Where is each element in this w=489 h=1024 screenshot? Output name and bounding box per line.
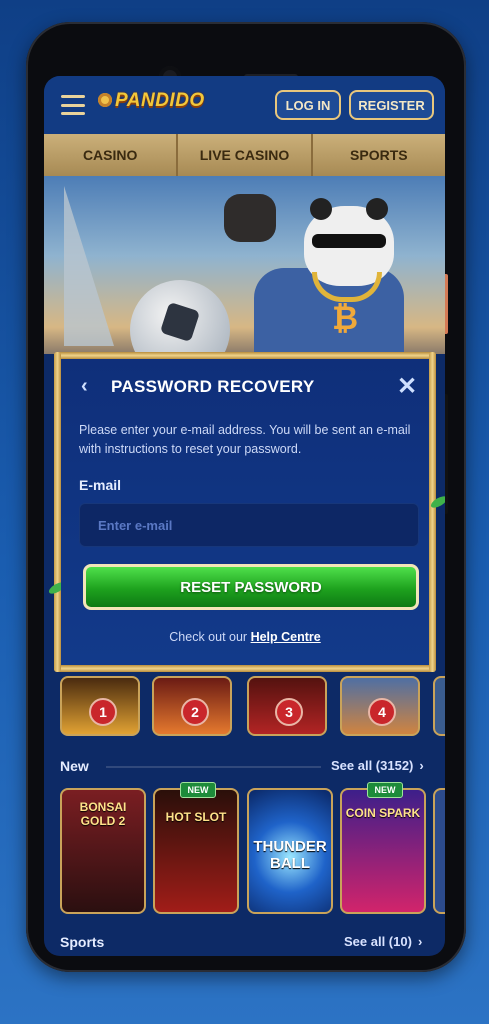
see-all-new-label: See all (3152) — [331, 758, 414, 773]
rank-badge: 4 — [368, 698, 396, 726]
close-icon[interactable]: ✕ — [397, 372, 417, 401]
dialog-title: PASSWORD RECOVERY — [111, 377, 315, 396]
bitcoin-icon: ₿ — [332, 300, 359, 336]
help-text: Check out our Help Centre — [61, 630, 429, 644]
new-games-row: BONSAI GOLD 2 HOT SLOT THUNDER BALL COIN… — [44, 788, 445, 914]
bamboo-frame-left — [54, 352, 61, 672]
brand-logo[interactable]: PANDIDO — [98, 90, 205, 118]
top-game-tile[interactable] — [433, 676, 445, 736]
game-tile[interactable] — [433, 788, 445, 914]
game-tile[interactable]: THUNDER BALL — [247, 788, 333, 914]
login-button[interactable]: LOG IN — [275, 90, 341, 120]
dialog-header: ‹ PASSWORD RECOVERY ✕ — [61, 367, 429, 407]
rank-badge: 1 — [89, 698, 117, 726]
see-all-sports-link[interactable]: See all (10) › — [344, 934, 422, 949]
bamboo-frame-right — [429, 352, 436, 672]
main-nav: CASINO LIVE CASINO SPORTS — [44, 134, 445, 176]
bamboo-frame-bottom — [54, 665, 436, 672]
see-all-new-link[interactable]: See all (3152) › — [331, 758, 424, 773]
game-title: HOT SLOT — [165, 810, 227, 824]
rank-badge: 3 — [275, 698, 303, 726]
logo-text: PANDIDO — [115, 90, 205, 111]
dialog-body: ‹ PASSWORD RECOVERY ✕ Please enter your … — [61, 359, 429, 665]
nav-sports[interactable]: SPORTS — [313, 134, 445, 176]
see-all-sports-label: See all (10) — [344, 934, 412, 949]
sail-graphic — [64, 186, 114, 346]
dialog-description: Please enter your e-mail address. You wi… — [79, 423, 411, 456]
section-title-new: New — [60, 758, 89, 774]
email-label: E-mail — [79, 477, 122, 493]
email-field[interactable] — [96, 516, 402, 534]
email-field-wrapper — [79, 503, 419, 547]
chevron-left-icon[interactable]: ‹ — [81, 375, 88, 398]
new-badge: NEW — [367, 782, 403, 798]
soccer-ball-graphic — [130, 280, 230, 354]
help-prefix: Check out our — [169, 630, 248, 644]
game-title: BONSAI GOLD 2 — [79, 800, 127, 828]
sunglasses-graphic — [312, 234, 386, 248]
app-screen: PANDIDO LOG IN REGISTER CASINO LIVE CASI… — [44, 76, 445, 956]
game-title: COIN SPARK — [345, 806, 421, 820]
section-title-sports: Sports — [60, 934, 105, 950]
game-tile[interactable]: HOT SLOT — [153, 788, 239, 914]
chevron-right-icon: › — [417, 934, 423, 949]
hero-banner[interactable]: ₿ — [44, 176, 445, 354]
password-recovery-dialog: ‹ PASSWORD RECOVERY ✕ Please enter your … — [47, 352, 445, 672]
game-title: THUNDER BALL — [253, 838, 327, 872]
rank-badge: 2 — [181, 698, 209, 726]
help-centre-link[interactable]: Help Centre — [251, 630, 321, 644]
paw-icon — [98, 93, 112, 107]
nav-live-casino[interactable]: LIVE CASINO — [178, 134, 313, 176]
new-badge: NEW — [180, 782, 216, 798]
game-tile[interactable]: BONSAI GOLD 2 — [60, 788, 146, 914]
chevron-right-icon: › — [419, 758, 424, 773]
game-tile[interactable]: COIN SPARK — [340, 788, 426, 914]
fist-graphic — [224, 194, 276, 242]
register-button[interactable]: REGISTER — [349, 90, 434, 120]
bamboo-frame-top — [54, 352, 436, 359]
nav-casino[interactable]: CASINO — [44, 134, 179, 176]
reset-password-button[interactable]: RESET PASSWORD — [83, 564, 419, 610]
top-bar: PANDIDO LOG IN REGISTER — [44, 76, 445, 134]
section-divider — [106, 766, 321, 768]
hamburger-menu-icon[interactable] — [61, 95, 85, 115]
